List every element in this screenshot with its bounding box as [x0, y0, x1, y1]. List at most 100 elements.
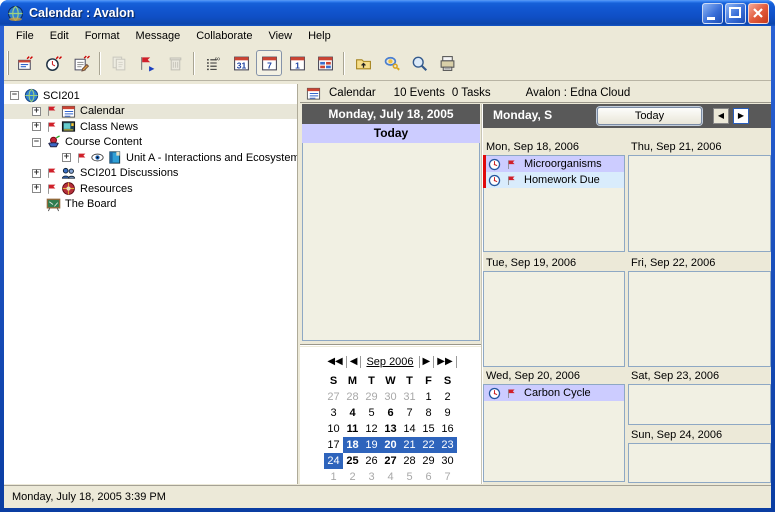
- menu-file[interactable]: File: [8, 27, 42, 45]
- week-day-cell[interactable]: [483, 271, 625, 367]
- expander-plus[interactable]: +: [32, 184, 41, 193]
- month-view-button[interactable]: 31: [228, 50, 254, 76]
- minical-day[interactable]: 2: [343, 469, 362, 485]
- event-item[interactable]: Microorganisms: [484, 156, 624, 172]
- minical-day[interactable]: 15: [419, 421, 438, 437]
- expander-minus[interactable]: −: [32, 138, 41, 147]
- minical-day[interactable]: 26: [362, 453, 381, 469]
- minical-day[interactable]: 8: [419, 405, 438, 421]
- minical-day[interactable]: 16: [438, 421, 457, 437]
- week-day-cell[interactable]: Carbon Cycle: [483, 384, 625, 482]
- minical-day[interactable]: 28: [343, 389, 362, 405]
- menu-collaborate[interactable]: Collaborate: [188, 27, 260, 45]
- flag-button[interactable]: [134, 50, 160, 76]
- tree-item-unit-a-interactions-and-ecosystems[interactable]: +Unit A - Interactions and Ecosystems: [4, 150, 297, 166]
- search-button[interactable]: [406, 50, 432, 76]
- day-view-button[interactable]: 1: [284, 50, 310, 76]
- menu-edit[interactable]: Edit: [42, 27, 77, 45]
- minical-day[interactable]: 27: [381, 453, 400, 469]
- minical-day[interactable]: 11: [343, 421, 362, 437]
- menu-message[interactable]: Message: [128, 27, 189, 45]
- tree-item-the-board[interactable]: The Board: [4, 197, 297, 213]
- minimize-button[interactable]: [702, 3, 723, 24]
- expander-plus[interactable]: +: [32, 122, 41, 131]
- minical-day[interactable]: 7: [438, 469, 457, 485]
- minical-day[interactable]: 4: [381, 469, 400, 485]
- week-day-cell[interactable]: [628, 443, 771, 483]
- week-day-cell[interactable]: MicroorganismsHomework Due: [483, 155, 625, 252]
- tree-item-sci201-discussions[interactable]: +SCI201 Discussions: [4, 166, 297, 182]
- minical-day[interactable]: 29: [419, 453, 438, 469]
- next-month-button[interactable]: ▶: [420, 356, 435, 368]
- prev-year-button[interactable]: ◀◀: [324, 356, 346, 368]
- event-item[interactable]: Carbon Cycle: [484, 385, 624, 401]
- minical-day[interactable]: 20: [381, 437, 400, 453]
- minical-day[interactable]: 19: [362, 437, 381, 453]
- minical-day[interactable]: 30: [381, 389, 400, 405]
- event-item[interactable]: Homework Due: [484, 172, 624, 188]
- week-day-cell[interactable]: [628, 384, 771, 425]
- menu-help[interactable]: Help: [300, 27, 339, 45]
- prev-week-button[interactable]: ◀: [713, 108, 729, 124]
- list-view-button[interactable]: ∞: [200, 50, 226, 76]
- today-button[interactable]: Today: [597, 107, 702, 125]
- minical-day[interactable]: 24: [324, 453, 343, 469]
- maximize-button[interactable]: [725, 3, 746, 24]
- minical-day[interactable]: 29: [362, 389, 381, 405]
- menu-view[interactable]: View: [260, 27, 300, 45]
- minical-day[interactable]: 3: [324, 405, 343, 421]
- close-button[interactable]: [748, 3, 769, 24]
- tree-item-resources[interactable]: +Resources: [4, 181, 297, 197]
- permissions-button[interactable]: [378, 50, 404, 76]
- week-day-cell[interactable]: [628, 155, 771, 252]
- new-event-button[interactable]: [12, 50, 38, 76]
- edit-event-button[interactable]: [68, 50, 94, 76]
- week-day-cell[interactable]: [628, 271, 771, 367]
- minical-day[interactable]: 14: [400, 421, 419, 437]
- minical-day[interactable]: 25: [343, 453, 362, 469]
- minical-day[interactable]: 31: [400, 389, 419, 405]
- menu-format[interactable]: Format: [77, 27, 128, 45]
- new-task-button[interactable]: [40, 50, 66, 76]
- minical-day[interactable]: 22: [419, 437, 438, 453]
- minical-day[interactable]: 2: [438, 389, 457, 405]
- minical-day[interactable]: 12: [362, 421, 381, 437]
- expander-plus[interactable]: +: [62, 153, 71, 162]
- minical-day[interactable]: 10: [324, 421, 343, 437]
- toolbar-gripper[interactable]: [7, 51, 9, 75]
- tree-item-class-news[interactable]: +Class News: [4, 119, 297, 135]
- delete-button[interactable]: [162, 50, 188, 76]
- multiweek-view-button[interactable]: [312, 50, 338, 76]
- minical-day[interactable]: 6: [419, 469, 438, 485]
- minical-day[interactable]: 1: [419, 389, 438, 405]
- minical-day[interactable]: 3: [362, 469, 381, 485]
- minical-day[interactable]: 4: [343, 405, 362, 421]
- minical-day[interactable]: 18: [343, 437, 362, 453]
- day-panel-body[interactable]: [302, 143, 480, 341]
- minical-day[interactable]: 9: [438, 405, 457, 421]
- tree-item-calendar[interactable]: +Calendar: [4, 104, 297, 120]
- minical-day[interactable]: 7: [400, 405, 419, 421]
- minical-day[interactable]: 28: [400, 453, 419, 469]
- expander-plus[interactable]: +: [32, 169, 41, 178]
- folder-up-button[interactable]: [350, 50, 376, 76]
- copy-button[interactable]: [106, 50, 132, 76]
- next-year-button[interactable]: ▶▶: [434, 356, 456, 368]
- day-panel-today-band[interactable]: Today: [302, 124, 480, 143]
- minical-day[interactable]: 1: [324, 469, 343, 485]
- minical-day[interactable]: 23: [438, 437, 457, 453]
- print-button[interactable]: [434, 50, 460, 76]
- minical-day[interactable]: 17: [324, 437, 343, 453]
- minical-day[interactable]: 5: [362, 405, 381, 421]
- minical-day[interactable]: 21: [400, 437, 419, 453]
- tree-item-sci201[interactable]: −SCI201: [4, 88, 297, 104]
- next-week-button[interactable]: ▶: [733, 108, 749, 124]
- minical-day[interactable]: 5: [400, 469, 419, 485]
- minical-day[interactable]: 6: [381, 405, 400, 421]
- week-view-button[interactable]: 7: [256, 50, 282, 76]
- minical-day[interactable]: 27: [324, 389, 343, 405]
- expander-plus[interactable]: +: [32, 107, 41, 116]
- tree-item-course-content[interactable]: −Course Content: [4, 135, 297, 151]
- minical-day[interactable]: 30: [438, 453, 457, 469]
- month-label-link[interactable]: Sep 2006: [361, 356, 419, 368]
